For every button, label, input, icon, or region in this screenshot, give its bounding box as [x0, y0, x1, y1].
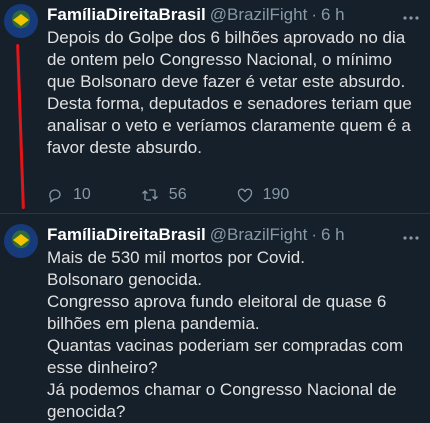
reply-count: 10: [73, 186, 91, 203]
reply-icon: [49, 189, 61, 203]
tweet-actions: 10 56 190: [47, 186, 339, 204]
timestamp[interactable]: 6 h: [321, 5, 345, 25]
tweet-text: Mais de 530 mil mortos por Covid. Bolson…: [47, 248, 404, 421]
retweet-count: 56: [168, 186, 187, 203]
timestamp[interactable]: 6 h: [321, 225, 345, 245]
display-name[interactable]: FamíliaDireitaBrasil: [47, 5, 206, 25]
heart-icon: [237, 188, 252, 202]
retweet-icon: [141, 189, 158, 201]
more-icon[interactable]: [402, 228, 420, 246]
like-button[interactable]: 190: [237, 186, 290, 204]
retweet-button[interactable]: 56: [141, 186, 187, 204]
handle[interactable]: @BrazilFight: [210, 225, 308, 245]
more-icon[interactable]: [402, 8, 420, 26]
tweet[interactable]: FamíliaDireitaBrasil @BrazilFight · 6 h …: [0, 214, 430, 421]
handle[interactable]: @BrazilFight: [210, 5, 308, 25]
tweet[interactable]: FamíliaDireitaBrasil @BrazilFight · 6 h …: [0, 0, 430, 213]
thread-line: [16, 43, 25, 210]
reply-button[interactable]: 10: [47, 186, 91, 204]
like-count: 190: [262, 186, 290, 203]
separator: ·: [311, 5, 317, 24]
display-name[interactable]: FamíliaDireitaBrasil: [47, 225, 206, 245]
tweet-header: FamíliaDireitaBrasil @BrazilFight · 6 h: [47, 4, 345, 26]
tweet-text: Depois do Golpe dos 6 bilhões aprovado n…: [47, 28, 412, 157]
tweet-header: FamíliaDireitaBrasil @BrazilFight · 6 h: [47, 224, 345, 246]
separator: ·: [311, 225, 317, 244]
avatar[interactable]: [4, 224, 38, 258]
avatar[interactable]: [4, 4, 38, 38]
